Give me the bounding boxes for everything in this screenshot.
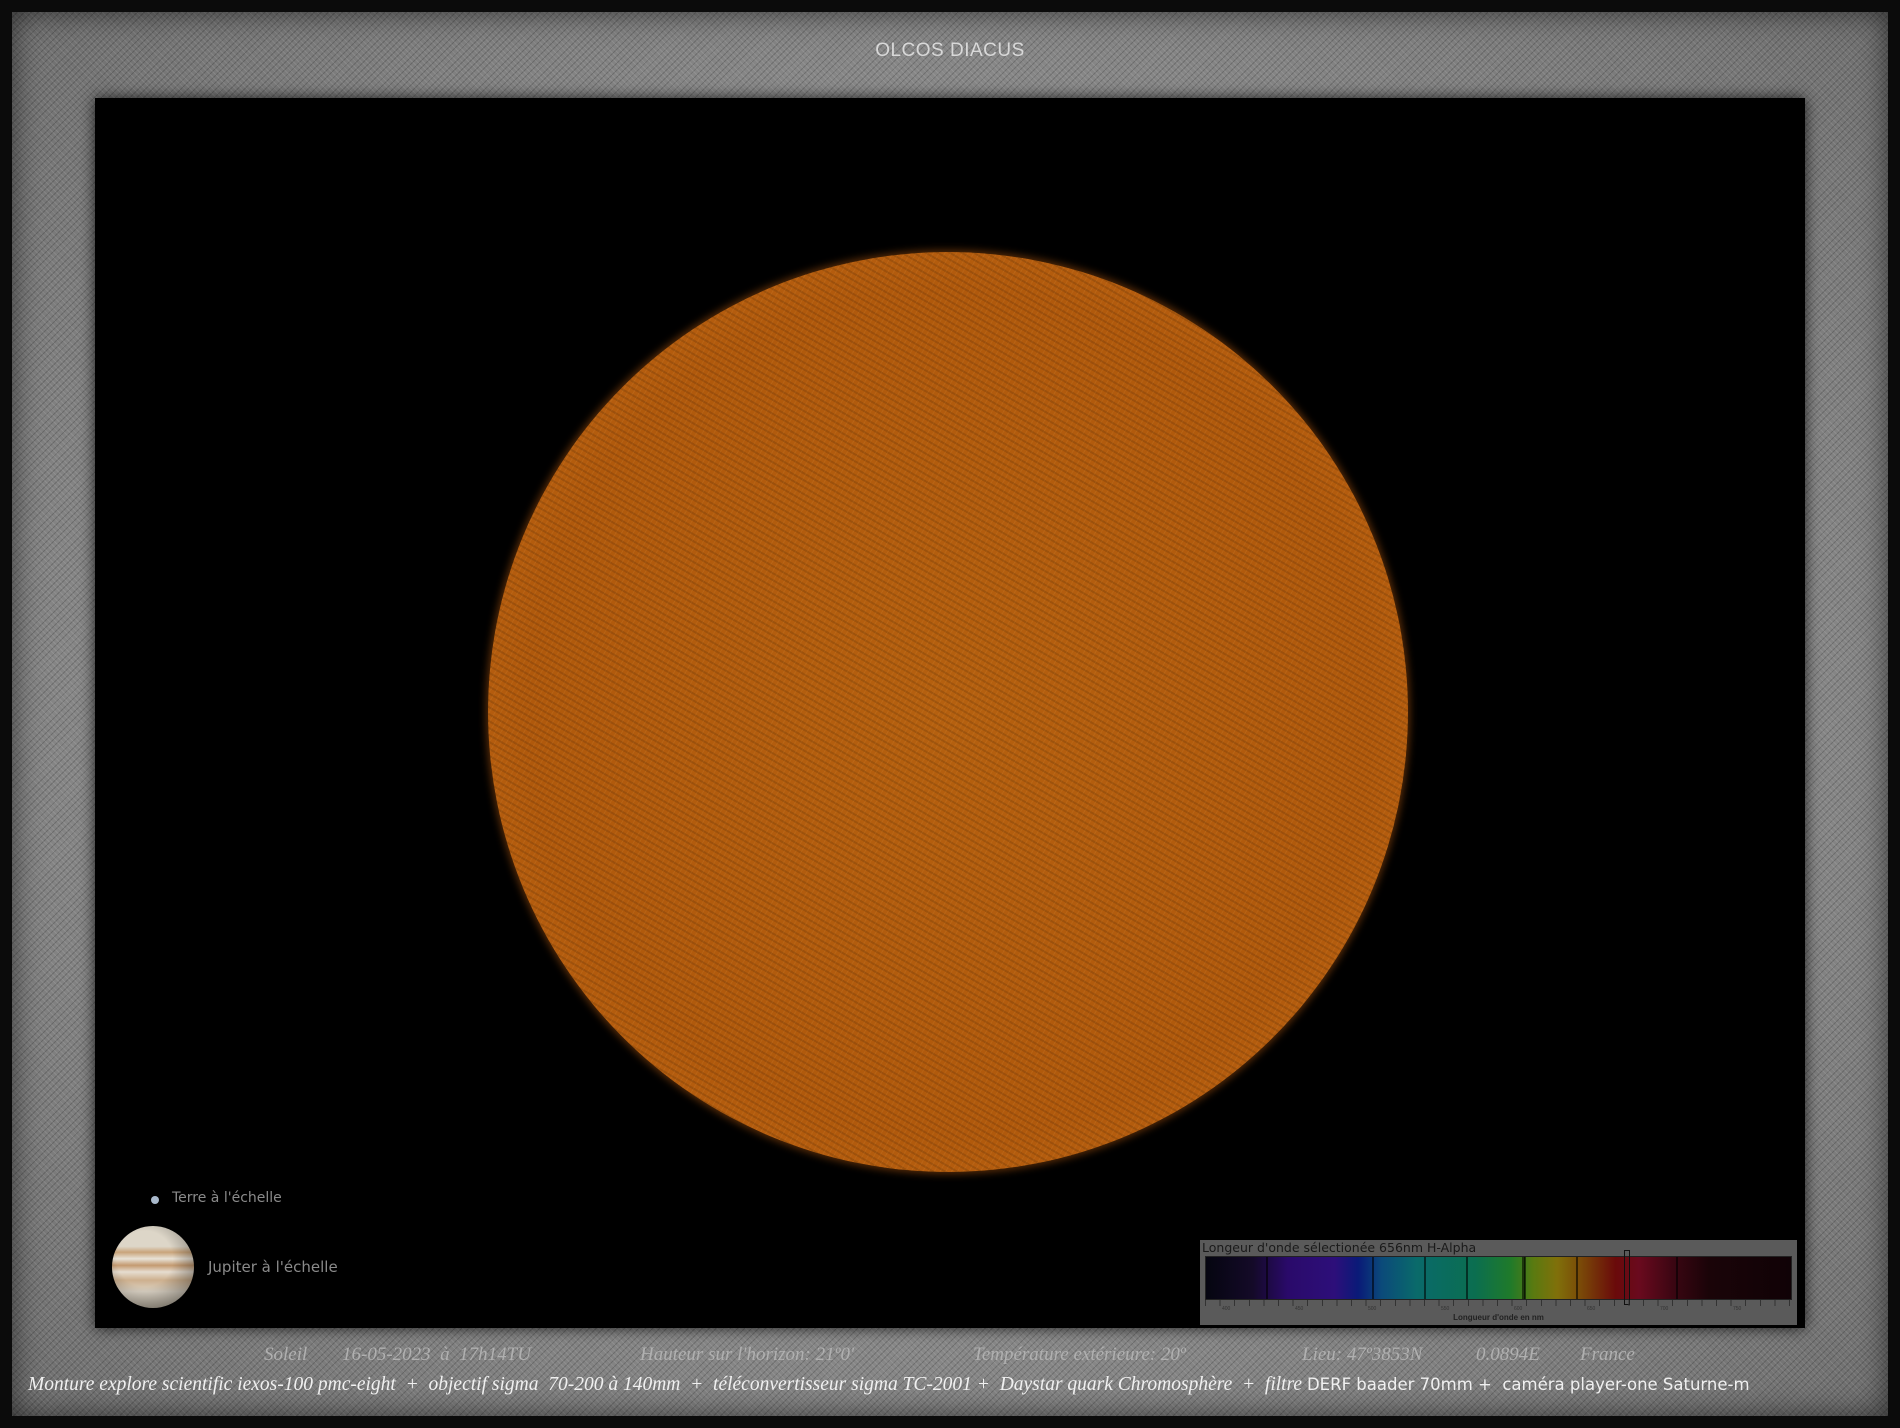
caption-object: Soleil [264,1344,308,1365]
earth-scale-icon [151,1196,159,1204]
spectrum-axis-label: Longueur d'onde en nm [1453,1313,1544,1322]
caption-temperature: Température extérieure: 20º [973,1344,1186,1365]
absorption-line [1266,1257,1268,1299]
equipment-italic: Monture explore scientific iexos-100 pmc… [28,1374,1307,1395]
jupiter-scale-label: Jupiter à l'échelle [208,1258,338,1276]
absorption-line [1576,1257,1578,1299]
earth-scale-label: Terre à l'échelle [172,1190,282,1206]
spectrum-ticks [1205,1300,1790,1306]
spectrum-panel: Longeur d'onde sélectionée 656nm H-Alpha… [1200,1240,1797,1325]
tick-label: 600 [1514,1306,1523,1312]
absorption-line [1522,1257,1525,1299]
caption-longitude: 0.0894E [1476,1344,1540,1365]
tick-label: 500 [1368,1306,1377,1312]
tick-label: 700 [1660,1306,1669,1312]
absorption-line [1372,1257,1374,1299]
spectrum-bar [1205,1256,1792,1300]
tick-label: 750 [1733,1306,1742,1312]
tick-label: 550 [1441,1306,1450,1312]
caption-altitude: Hauteur sur l'horizon: 21º0' [640,1344,855,1365]
author-title: OLCOS DIACUS [875,40,1025,61]
absorption-line [1466,1257,1468,1299]
selected-wavelength-marker [1624,1250,1630,1305]
tick-label: 650 [1587,1306,1596,1312]
equipment-plain: DERF baader 70mm + caméra player-one Sat… [1306,1375,1750,1394]
sun-disk-h-alpha [488,252,1408,1172]
absorption-line [1424,1257,1426,1299]
tick-label: 400 [1222,1306,1231,1312]
absorption-line [1676,1257,1678,1299]
tick-label: 450 [1295,1306,1304,1312]
caption-country: France [1580,1344,1635,1365]
equipment-line: Monture explore scientific iexos-100 pmc… [28,1374,1750,1396]
caption-date: 16-05-2023 à 17h14TU [342,1344,531,1365]
spectrum-title: Longeur d'onde sélectionée 656nm H-Alpha [1202,1240,1477,1255]
caption-latitude: Lieu: 47º3853N [1302,1344,1423,1365]
jupiter-scale-icon [112,1226,194,1308]
solar-photo: Terre à l'échelle Jupiter à l'échelle Lo… [95,98,1805,1328]
